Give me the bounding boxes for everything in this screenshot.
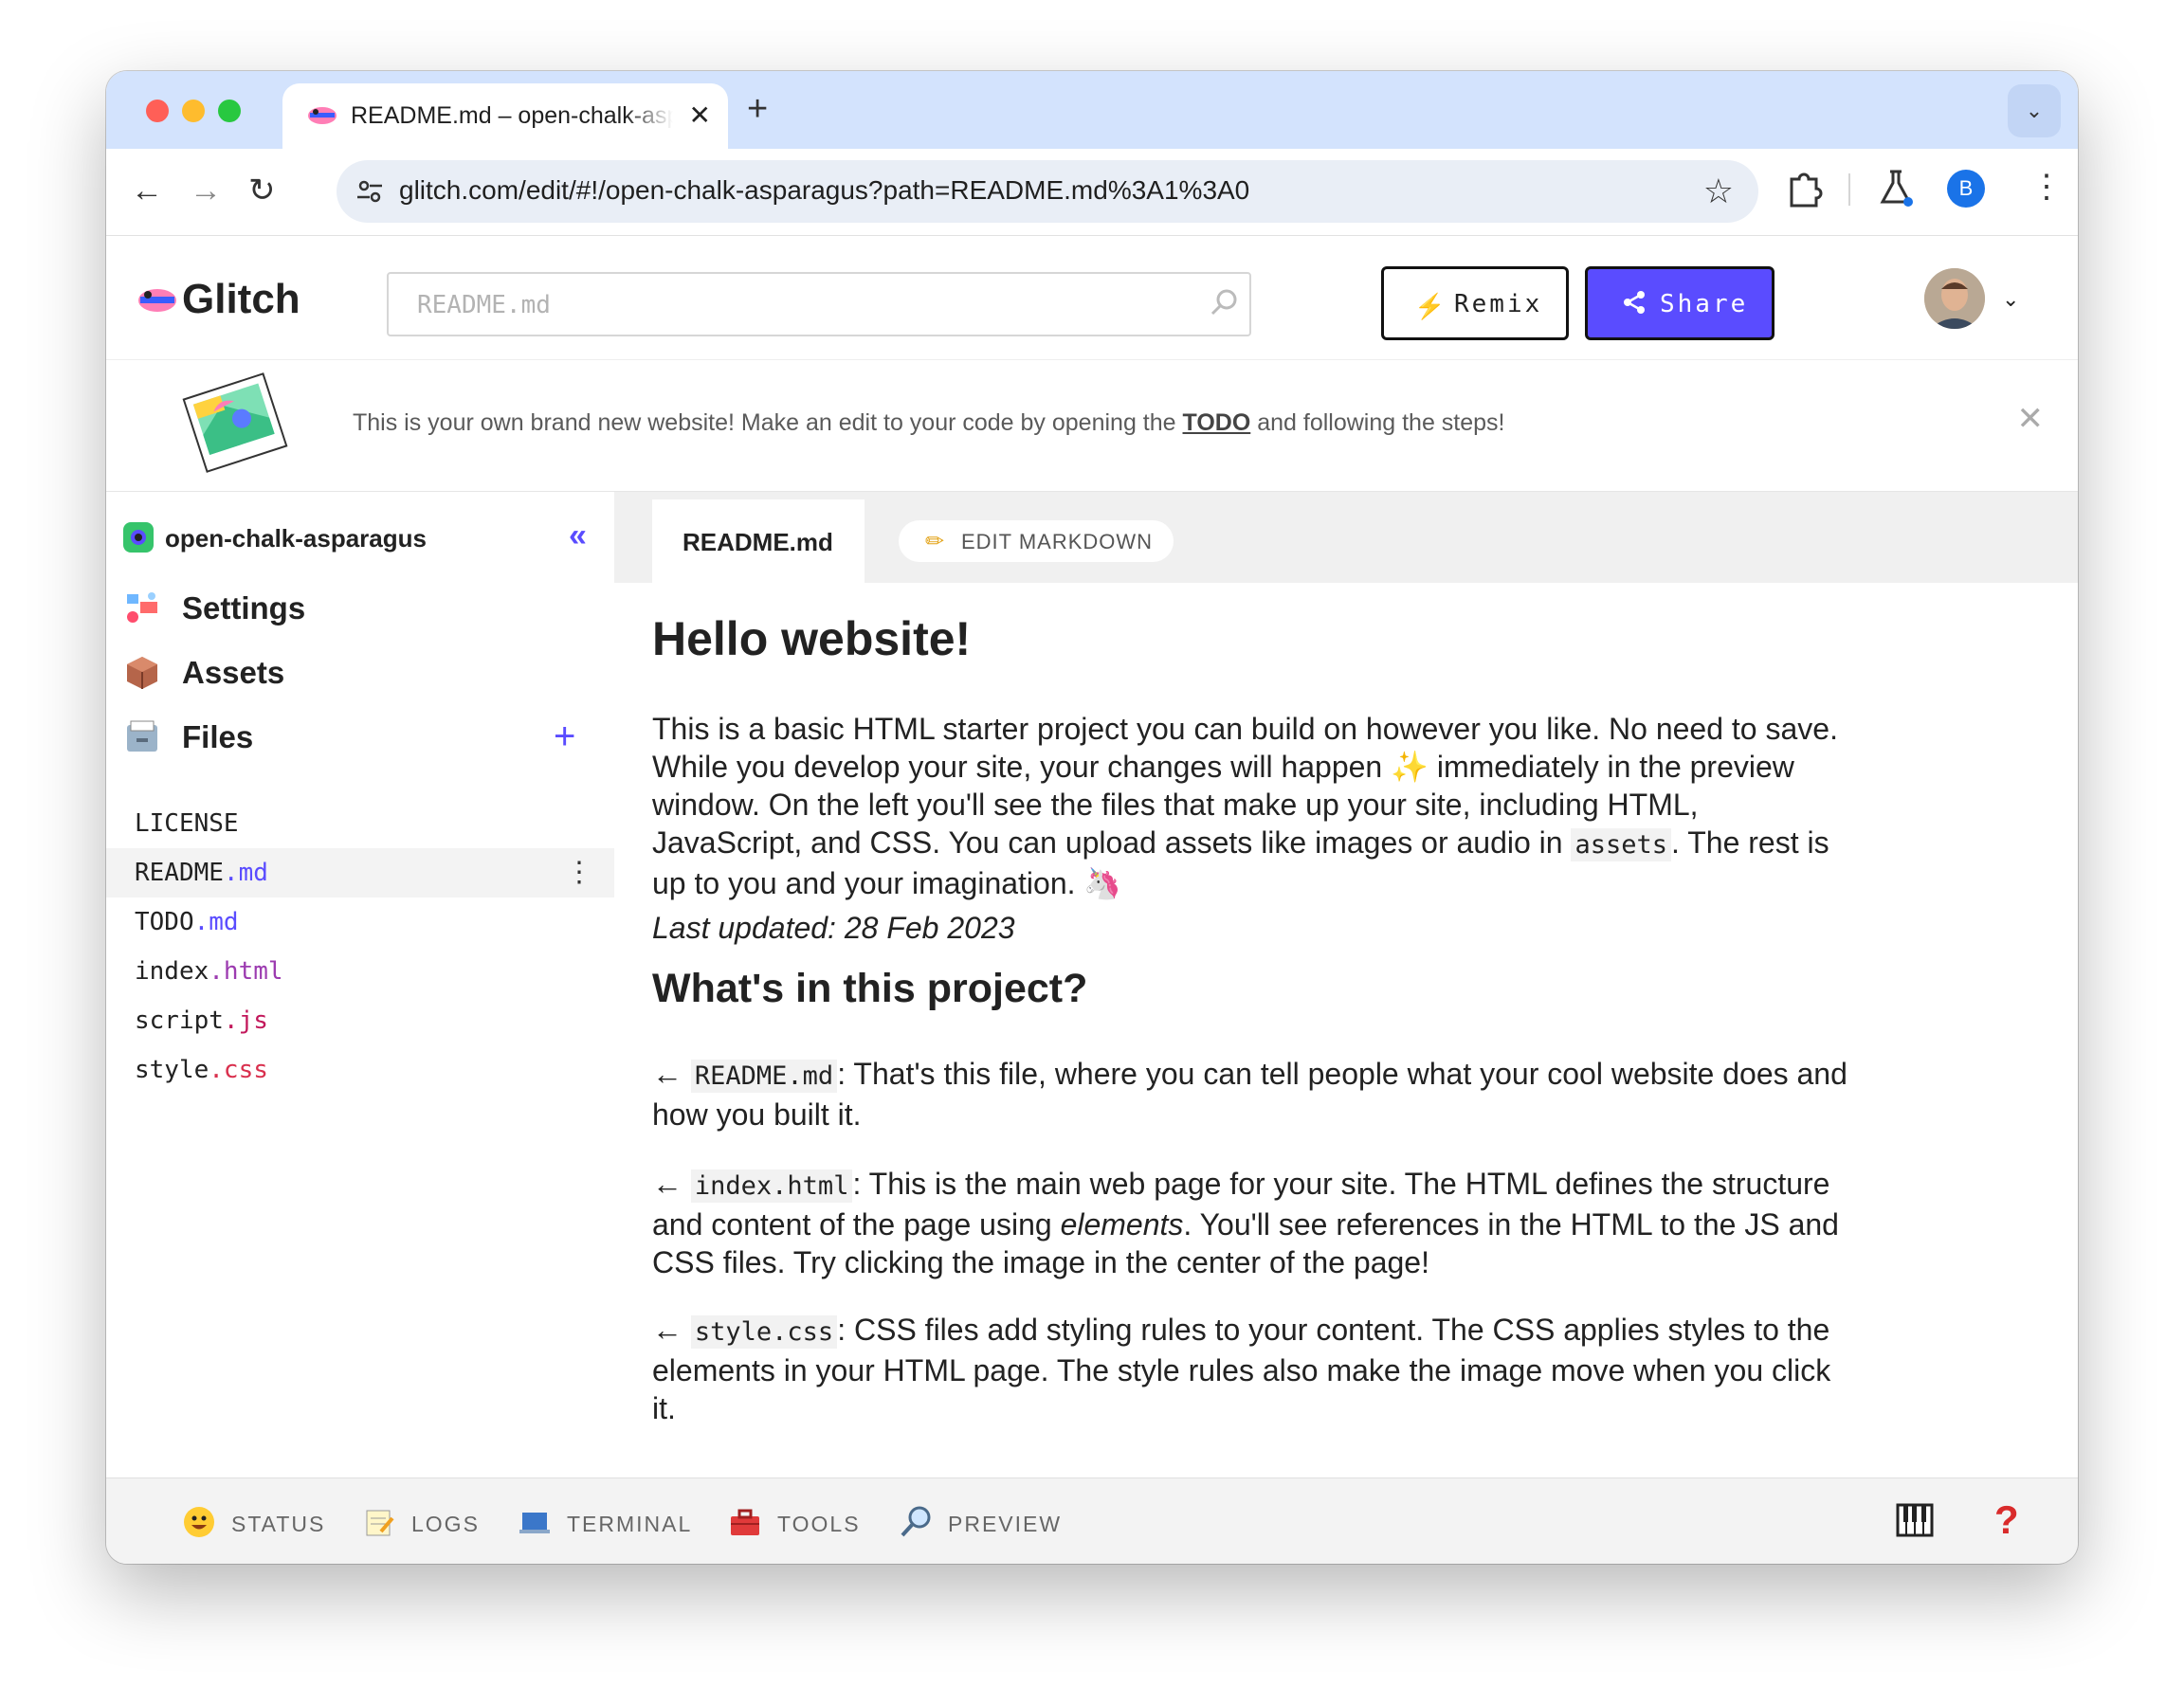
- status-label: STATUS: [231, 1512, 326, 1536]
- left-arrow-icon: ←: [652, 1057, 682, 1091]
- file-item-style-css[interactable]: style.css: [106, 1045, 614, 1095]
- preview-magnifier-icon: [901, 1506, 931, 1537]
- tab-title: README.md – open-chalk-asparagus: [351, 102, 673, 129]
- files-label: Files: [182, 719, 254, 754]
- add-file-button[interactable]: +: [554, 717, 575, 755]
- maximize-window-button[interactable]: [218, 100, 241, 122]
- tab-readme[interactable]: README.md: [652, 499, 864, 583]
- intro-paragraph: This is a basic HTML starter project you…: [652, 712, 1838, 900]
- files-cabinet-icon: [127, 720, 157, 752]
- user-avatar[interactable]: [1924, 268, 1985, 329]
- terminal-laptop-icon: [519, 1513, 550, 1533]
- assets-box-icon: [127, 657, 157, 689]
- url-text[interactable]: glitch.com/edit/#!/open-chalk-asparagus?…: [399, 175, 1249, 206]
- collapse-sidebar-icon[interactable]: «: [569, 519, 587, 552]
- style-code: style.css: [690, 1315, 838, 1349]
- file-item-script-js[interactable]: script.js: [106, 996, 614, 1045]
- bottom-toolbar: STATUS LOGS TERMINAL TOOLS PREVIEW ?: [106, 1477, 2078, 1564]
- readme-code: README.md: [690, 1060, 838, 1093]
- edit-markdown-label: EDIT MARKDOWN: [961, 530, 1154, 553]
- glitch-fish-icon: [138, 289, 176, 312]
- search-placeholder: README.md: [417, 291, 551, 319]
- style-description: ← style.css: CSS files add styling rules…: [652, 1313, 1831, 1425]
- user-menu-chevron-icon[interactable]: ⌄: [2002, 287, 2019, 312]
- remix-button[interactable]: ⚡ Remix: [1381, 266, 1569, 340]
- user-photo-icon: [1924, 268, 1985, 329]
- browser-profile-avatar[interactable]: B: [1947, 170, 1985, 208]
- help-question-icon[interactable]: ?: [1994, 1497, 2019, 1543]
- heading-hello: Hello website!: [652, 612, 972, 665]
- share-label: Share: [1660, 290, 1749, 318]
- logs-notepad-icon: [366, 1510, 394, 1536]
- search-icon: [1210, 289, 1237, 316]
- share-button[interactable]: Share: [1585, 266, 1774, 340]
- sparkle-icon: ✨: [1391, 750, 1429, 784]
- extensions-puzzle-icon[interactable]: [1784, 166, 1826, 209]
- sidebar: open-chalk-asparagus « Settings Assets F…: [106, 492, 614, 1477]
- left-arrow-icon: ←: [652, 1167, 682, 1201]
- bookmark-star-icon[interactable]: ☆: [1703, 172, 1734, 211]
- file-item-license[interactable]: LICENSE: [106, 799, 614, 848]
- welcome-banner: This is your own brand new website! Make…: [106, 359, 2078, 492]
- browser-toolbar: ← → ↻ glitch.com/edit/#!/open-chalk-aspa…: [106, 149, 2078, 236]
- file-list: LICENSE README.md ⋮ TODO.md index.html sc…: [106, 799, 614, 1095]
- assets-label: Assets: [182, 655, 285, 690]
- tools-label: TOOLS: [777, 1512, 861, 1536]
- browser-window: README.md – open-chalk-asparagus ✕ + ⌄ ←…: [106, 71, 2078, 1564]
- settings-label: Settings: [182, 590, 306, 625]
- remix-label: Remix: [1454, 290, 1543, 318]
- tools-toolbox-icon: [731, 1509, 759, 1535]
- logs-label: LOGS: [411, 1512, 480, 1536]
- tab-strip: README.md – open-chalk-asparagus ✕ + ⌄: [106, 71, 2078, 149]
- file-item-todo[interactable]: TODO.md: [106, 897, 614, 947]
- file-search-input[interactable]: README.md: [387, 272, 1251, 336]
- share-icon: [1624, 291, 1645, 314]
- file-options-icon[interactable]: ⋮: [565, 848, 593, 897]
- settings-icon: [127, 592, 157, 623]
- preview-label: PREVIEW: [948, 1512, 1063, 1536]
- pencil-icon: ✏: [925, 529, 945, 554]
- terminal-label: TERMINAL: [567, 1512, 693, 1536]
- file-item-index-html[interactable]: index.html: [106, 947, 614, 996]
- forward-arrow-icon[interactable]: →: [190, 172, 222, 209]
- close-window-button[interactable]: [146, 100, 169, 122]
- site-settings-icon[interactable]: [355, 177, 384, 206]
- keyboard-shortcuts-piano-icon[interactable]: [1896, 1503, 1934, 1537]
- file-item-readme[interactable]: README.md ⋮: [106, 848, 614, 897]
- assets-code: assets: [1571, 828, 1672, 861]
- edit-markdown-button[interactable]: ✏ EDIT MARKDOWN: [899, 520, 1174, 562]
- editor-pane: README.md ✏ EDIT MARKDOWN Hello website!…: [614, 492, 2078, 1477]
- unicorn-icon: 🦄: [1083, 866, 1122, 900]
- toolbar-divider: [1848, 173, 1850, 206]
- labs-flask-icon[interactable]: [1877, 166, 1915, 209]
- tab-search-chevron-icon[interactable]: ⌄: [2008, 84, 2061, 137]
- glitch-logo-text: Glitch: [182, 276, 300, 322]
- editor-tab-bar: README.md ✏ EDIT MARKDOWN: [614, 492, 2078, 583]
- glitch-favicon-icon: [308, 107, 337, 124]
- tab-close-icon[interactable]: ✕: [689, 102, 711, 129]
- tab-readme-label: README.md: [682, 528, 833, 556]
- index-description: ← index.html: This is the main web page …: [652, 1167, 1839, 1279]
- new-tab-button[interactable]: +: [747, 90, 768, 128]
- reload-icon[interactable]: ↻: [248, 172, 276, 209]
- todo-link[interactable]: TODO: [1183, 409, 1251, 436]
- minimize-window-button[interactable]: [182, 100, 205, 122]
- heading-whats-in-project: What's in this project?: [652, 966, 1088, 1011]
- index-code: index.html: [690, 1169, 853, 1203]
- browser-tab-readme[interactable]: README.md – open-chalk-asparagus ✕: [282, 83, 728, 149]
- address-bar[interactable]: glitch.com/edit/#!/open-chalk-asparagus?…: [337, 160, 1758, 223]
- smiley-status-icon: [184, 1507, 214, 1537]
- banner-close-icon[interactable]: ✕: [2017, 400, 2045, 438]
- back-arrow-icon[interactable]: ←: [131, 172, 163, 209]
- last-updated: Last updated: 28 Feb 2023: [652, 911, 1015, 945]
- left-arrow-icon: ←: [652, 1313, 682, 1347]
- glitch-header: Glitch README.md ⚡ Remix Share ⌄: [106, 236, 2078, 359]
- website-illustration-icon: [182, 372, 288, 473]
- banner-message: This is your own brand new website! Make…: [353, 409, 1505, 436]
- lightning-icon: ⚡: [1414, 292, 1446, 320]
- readme-description: ← README.md: That's this file, where you…: [652, 1057, 1847, 1132]
- project-avatar-icon: [123, 522, 154, 553]
- browser-menu-icon[interactable]: ⋮: [2030, 168, 2063, 206]
- project-name-label: open-chalk-asparagus: [165, 524, 427, 553]
